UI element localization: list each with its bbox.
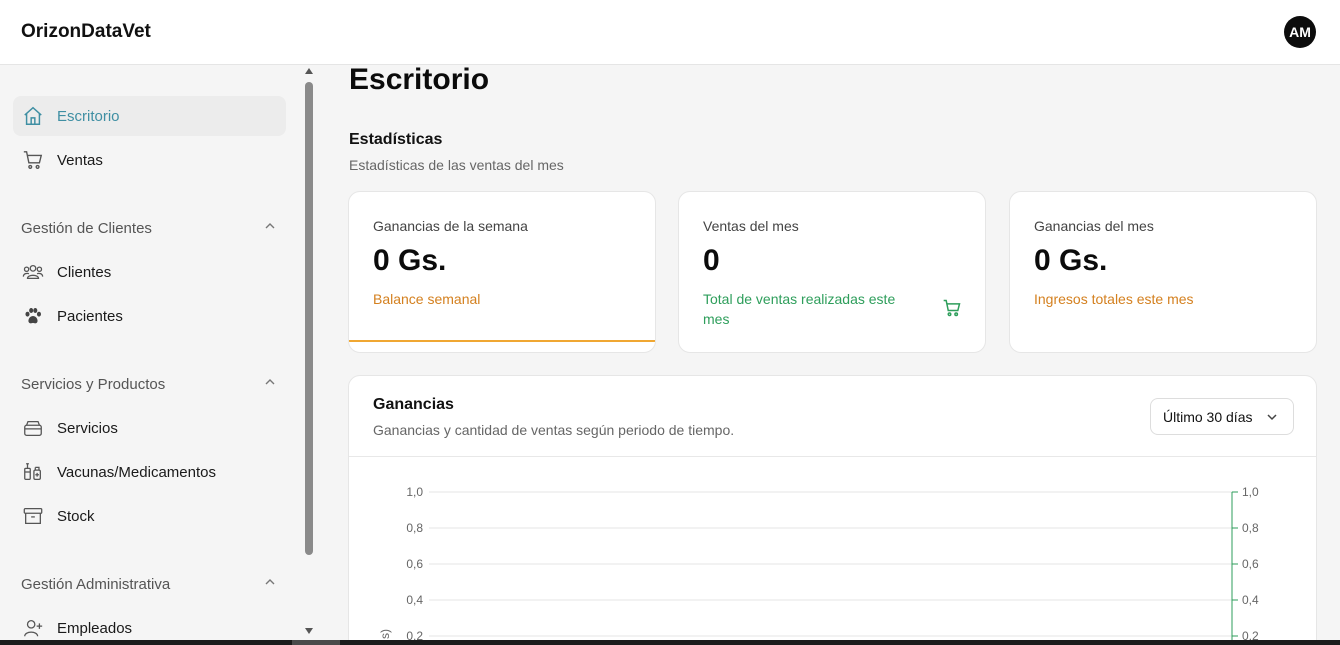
group-gestion-clientes[interactable]: Gestión de Clientes (21, 217, 276, 239)
sidebar-item-stock[interactable]: Stock (13, 496, 286, 536)
chevron-up-icon (264, 375, 276, 393)
card-footer: Balance semanal (373, 291, 481, 307)
sidebar-item-label: Vacunas/Medicamentos (57, 463, 216, 481)
sidebar-item-label: Servicios (57, 419, 118, 437)
sidebar: Escritorio Ventas Gestión de Clientes Cl… (0, 65, 318, 640)
sidebar-item-ventas[interactable]: Ventas (13, 140, 286, 180)
card-title: Ganancias del mes (1034, 218, 1154, 234)
stats-title: Estadísticas (349, 131, 443, 148)
brand-logo[interactable]: OrizonDataVet (21, 21, 151, 43)
sidebar-item-pacientes[interactable]: Pacientes (13, 296, 286, 336)
sidebar-scrollbar[interactable] (302, 65, 316, 640)
sidebar-item-label: Pacientes (57, 307, 123, 325)
y-tick-label-left: 1,0 (406, 485, 423, 499)
page-title: Escritorio (349, 65, 490, 96)
chevron-up-icon (264, 219, 276, 237)
main-content: Escritorio Estadísticas Estadísticas de … (318, 65, 1340, 640)
sidebar-item-empleados[interactable]: Empleados (13, 608, 286, 640)
top-bar: OrizonDataVet AM (0, 0, 1340, 65)
group-label: Servicios y Productos (21, 375, 166, 393)
y-tick-label-left: 0,8 (406, 521, 423, 535)
card-footer: Ingresos totales este mes (1034, 291, 1194, 307)
home-icon (21, 104, 45, 128)
panel-subtitle: Ganancias y cantidad de ventas según per… (373, 422, 735, 438)
sidebar-item-label: Empleados (57, 619, 133, 637)
y-tick-label-right: 0,6 (1242, 557, 1259, 571)
sidebar-item-clientes[interactable]: Clientes (13, 252, 286, 292)
user-plus-icon (21, 616, 45, 640)
card-accent-bar (349, 340, 655, 342)
group-label: Gestión Administrativa (21, 575, 171, 593)
group-label: Gestión de Clientes (21, 219, 152, 237)
ganancias-chart: 1,0 0,8 0,6 0,4 0,2 1,0 0,8 0,6 0,4 0,2 s) (378, 485, 1259, 640)
y-tick-label-right: 0,8 (1242, 521, 1259, 535)
users-icon (21, 260, 45, 284)
card-value: 0 Gs. (1034, 244, 1108, 277)
card-footer: Total de ventas realizadas este mes (703, 291, 896, 327)
user-avatar[interactable]: AM (1284, 16, 1316, 48)
y-tick-label-right: 0,4 (1242, 593, 1259, 607)
chevron-down-icon (1265, 410, 1279, 424)
card-ganancias-mes: Ganancias del mes 0 Gs. Ingresos totales… (1009, 191, 1317, 353)
group-gestion-administrativa[interactable]: Gestión Administrativa (21, 573, 276, 595)
y-axis-label: s) (378, 629, 392, 639)
y-tick-label-right: 1,0 (1242, 485, 1259, 499)
stats-subtitle: Estadísticas de las ventas del mes (349, 157, 564, 173)
archive-icon (21, 504, 45, 528)
sidebar-item-label: Stock (57, 507, 95, 525)
y-tick-label-right: 0,2 (1242, 629, 1259, 640)
sidebar-item-servicios[interactable]: Servicios (13, 408, 286, 448)
sidebar-item-label: Escritorio (57, 107, 120, 125)
sidebar-item-label: Clientes (57, 263, 112, 281)
scroll-down-arrow-icon[interactable] (305, 628, 313, 634)
scroll-up-arrow-icon[interactable] (305, 68, 313, 74)
sidebar-item-label: Ventas (57, 151, 103, 169)
card-title: Ganancias de la semana (373, 218, 528, 234)
sidebar-item-vacunas[interactable]: Vacunas/Medicamentos (13, 452, 286, 492)
period-select[interactable]: Último 30 días (1150, 398, 1294, 435)
services-icon (21, 416, 45, 440)
paw-icon (21, 304, 45, 328)
sidebar-item-escritorio[interactable]: Escritorio (13, 96, 286, 136)
syringe-icon (21, 460, 45, 484)
card-value: 0 Gs. (373, 244, 447, 277)
y-tick-label-left: 0,4 (406, 593, 423, 607)
period-select-value: Último 30 días (1163, 408, 1253, 425)
card-title: Ventas del mes (703, 218, 799, 234)
card-value: 0 (703, 244, 720, 277)
taskbar-edge (0, 640, 1340, 645)
cart-icon (942, 298, 962, 318)
y-tick-label-left: 0,6 (406, 557, 423, 571)
chevron-up-icon (264, 575, 276, 593)
card-ventas-mes: Ventas del mes 0 Total de ventas realiza… (678, 191, 986, 353)
y-tick-label-left: 0,2 (406, 629, 423, 640)
group-servicios-productos[interactable]: Servicios y Productos (21, 373, 276, 395)
cart-icon (21, 148, 45, 172)
taskbar-segment (292, 640, 340, 645)
ganancias-panel: Ganancias Ganancias y cantidad de ventas… (348, 375, 1317, 640)
card-ganancias-semana: Ganancias de la semana 0 Gs. Balance sem… (348, 191, 656, 353)
panel-title: Ganancias (373, 396, 454, 413)
scroll-thumb[interactable] (305, 82, 313, 555)
